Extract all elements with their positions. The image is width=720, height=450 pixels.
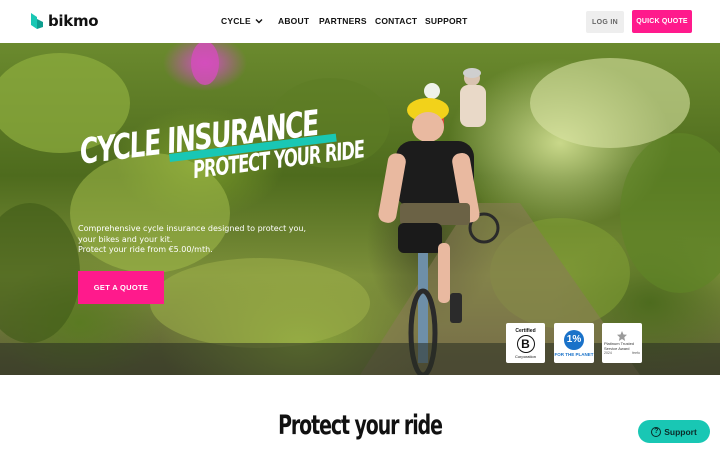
site-header: bikmo CYCLE ABOUT PARTNERS CONTACT SUPPO… [0, 0, 720, 43]
nav-item-label: ABOUT [278, 16, 310, 26]
feefo-star-icon [617, 331, 627, 341]
nav-item-support[interactable]: SUPPORT [425, 16, 468, 26]
bcorp-certified-text: Certified [515, 327, 536, 334]
hero-desc-line1: Comprehensive cycle insurance designed t… [78, 224, 307, 233]
support-widget-label: Support [664, 426, 697, 437]
hero-desc-line2: your bikes and your kit. [78, 234, 173, 244]
bcorp-corporation-text: Corporation [515, 353, 536, 359]
bcorp-b-icon: B [516, 334, 535, 353]
one-percent-icon: 1% [564, 329, 584, 350]
section-title-text: Protect your ride [278, 410, 443, 441]
section-title: Protect your ride [0, 410, 720, 441]
for-the-planet-text: FOR THE PLANET [554, 351, 594, 357]
nav-item-label: CYCLE [221, 16, 251, 26]
bcorp-badge[interactable]: Certified B Corporation [506, 323, 545, 363]
nav-item-label: PARTNERS [319, 16, 367, 26]
chevron-down-icon [255, 19, 263, 24]
feefo-footer: 2024 feefo [604, 351, 640, 355]
nav-item-label: SUPPORT [425, 16, 468, 26]
nav-item-cycle[interactable]: CYCLE [221, 16, 263, 26]
one-percent-planet-badge[interactable]: 1% FOR THE PLANET [554, 323, 594, 363]
logo-text: bikmo [48, 12, 99, 30]
login-button[interactable]: LOG IN [586, 11, 624, 33]
feefo-award-text: Platinum Trusted Service Award [604, 341, 635, 351]
nav-item-contact[interactable]: CONTACT [375, 16, 417, 26]
get-a-quote-button[interactable]: GET A QUOTE [78, 271, 164, 304]
bikmo-logo[interactable]: bikmo [30, 12, 99, 30]
hero-section: CYCLE INSURANCE PROTECT YOUR RIDE Compre… [0, 43, 720, 375]
nav-item-partners[interactable]: PARTNERS [319, 16, 367, 26]
hero-description: Comprehensive cycle insurance designed t… [78, 224, 318, 256]
help-icon: ? [651, 426, 662, 437]
feefo-year: 2024 [604, 351, 612, 355]
quick-quote-button[interactable]: QUICK QUOTE [632, 10, 692, 33]
logo-mark-icon [31, 13, 43, 29]
support-widget-button[interactable]: ? Support [638, 420, 710, 443]
feefo-brand: feefo [632, 351, 640, 355]
nav-item-about[interactable]: ABOUT [278, 16, 309, 26]
hero-desc-line3: Protect your ride from €5.00/mth. [78, 245, 213, 254]
feefo-award-badge[interactable]: Platinum Trusted Service Award 2024 feef… [602, 323, 642, 363]
nav-item-label: CONTACT [375, 16, 418, 26]
